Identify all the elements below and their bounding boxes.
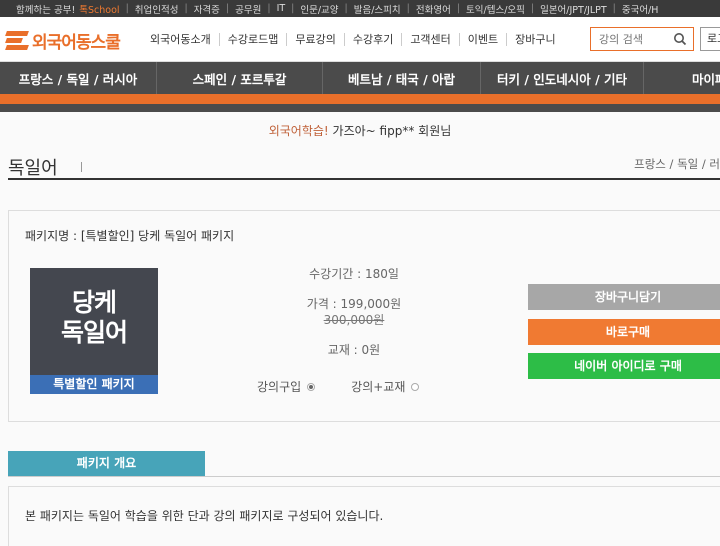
option-lecture-book[interactable]: 강의+교재 bbox=[351, 378, 420, 395]
divider: | bbox=[530, 3, 535, 14]
title-divider bbox=[81, 162, 82, 172]
site-header: 외국어동스쿨 외국어동소개 수강로드맵 무료강의 수강후기 고객센터 이벤트 장… bbox=[0, 17, 720, 62]
option-lecture-book-label: 강의+교재 bbox=[351, 380, 406, 394]
top-link-chinese[interactable]: 중국어/H bbox=[622, 2, 659, 16]
user-greeting: 외국어학습! 가즈아~ fipp** 회원님 bbox=[0, 122, 720, 139]
gnb-support[interactable]: 고객센터 bbox=[402, 33, 460, 46]
search-icon[interactable] bbox=[673, 32, 687, 46]
divider: | bbox=[125, 3, 129, 14]
divider: | bbox=[225, 3, 230, 14]
course-period: 수강기간 : 180일 bbox=[309, 267, 399, 281]
cat-mypage[interactable]: 마이페 bbox=[644, 62, 720, 94]
greeting-study: 외국어학습! bbox=[268, 124, 329, 138]
top-link-license[interactable]: 자격증 bbox=[194, 2, 220, 16]
search-box bbox=[590, 27, 694, 51]
greeting-user: 가즈아~ fipp** bbox=[332, 124, 415, 138]
top-link-toeic[interactable]: 토익/텝스/오픽 bbox=[466, 2, 525, 16]
nav-shadow-stripe bbox=[0, 104, 720, 112]
thumb-line1: 당케 bbox=[71, 288, 117, 317]
accent-stripe bbox=[0, 94, 720, 104]
gnb-free-lecture[interactable]: 무료강의 bbox=[287, 33, 345, 46]
cat-spanish-portuguese[interactable]: 스페인 / 포르투갈 bbox=[157, 62, 323, 94]
option-lecture-label: 강의구입 bbox=[257, 380, 302, 394]
thumb-line2: 독일어 bbox=[60, 318, 128, 347]
top-link-study[interactable]: 함께하는 공부! bbox=[16, 2, 75, 16]
divider: | bbox=[406, 3, 410, 14]
school-brand: School bbox=[88, 4, 120, 16]
site-logo[interactable]: 외국어동스쿨 bbox=[5, 25, 121, 55]
logo-mark-icon bbox=[5, 29, 29, 51]
category-nav: 프랑스 / 독일 / 러시아 스페인 / 포르투갈 베트남 / 태국 / 아랍 … bbox=[0, 62, 720, 94]
gnb-cart[interactable]: 장바구니 bbox=[507, 33, 563, 46]
cat-turkey-indonesia-etc[interactable]: 터키 / 인도네시아 / 기타 bbox=[481, 62, 644, 94]
divider: | bbox=[184, 3, 188, 14]
package-info: 수강기간 : 180일 가격 : 199,000원 300,000원 교재 : … bbox=[249, 267, 459, 373]
divider: | bbox=[291, 3, 295, 14]
buy-now-button[interactable]: 바로구매 bbox=[528, 319, 720, 345]
gnb-roadmap[interactable]: 수강로드맵 bbox=[220, 33, 288, 46]
top-link-it[interactable]: IT bbox=[277, 3, 286, 14]
search-input[interactable] bbox=[599, 32, 673, 46]
package-thumbnail: 당케 독일어 특별할인 패키지 bbox=[30, 268, 158, 394]
cat-french-german-russian[interactable]: 프랑스 / 독일 / 러시아 bbox=[0, 62, 157, 94]
thumb-title: 당케 독일어 bbox=[30, 288, 158, 348]
option-lecture-radio[interactable] bbox=[307, 382, 316, 391]
gnb-events[interactable]: 이벤트 bbox=[460, 33, 508, 46]
page-title: 독일어 bbox=[8, 158, 58, 179]
global-nav: 외국어동소개 수강로드맵 무료강의 수강후기 고객센터 이벤트 장바구니 bbox=[150, 33, 564, 46]
page-title-row: 독일어 프랑스 / 독일 / 러 bbox=[8, 150, 720, 180]
top-link-humanities[interactable]: 인문/교양 bbox=[300, 2, 338, 16]
greeting-suffix: 회원님 bbox=[418, 124, 452, 138]
logo-text: 외국어동스쿨 bbox=[32, 32, 121, 53]
login-button[interactable]: 로그 bbox=[700, 27, 720, 51]
option-lecture-book-radio[interactable] bbox=[411, 382, 420, 391]
top-link-civil[interactable]: 공무원 bbox=[235, 2, 261, 16]
school-brand-prefix: 톡 bbox=[79, 4, 89, 16]
top-link-career[interactable]: 취업인적성 bbox=[135, 2, 179, 16]
top-link-japanese[interactable]: 일본어/JPT/JLPT bbox=[540, 2, 607, 16]
gnb-about[interactable]: 외국어동소개 bbox=[150, 33, 220, 46]
divider: | bbox=[267, 3, 271, 14]
divider: | bbox=[344, 3, 348, 14]
gnb-reviews[interactable]: 수강후기 bbox=[345, 33, 403, 46]
purchase-options: 강의구입 강의+교재 bbox=[257, 378, 455, 395]
package-name: 패키지명 : [특별할인] 당케 독일어 패키지 bbox=[25, 229, 235, 243]
overview-box: 본 패키지는 독일어 학습을 위한 단과 강의 패키지로 구성되어 있습니다. bbox=[8, 486, 720, 546]
old-price: 300,000원 bbox=[323, 313, 385, 327]
top-link-speech[interactable]: 발음/스피치 bbox=[354, 2, 401, 16]
product-box: 패키지명 : [특별할인] 당케 독일어 패키지 당케 독일어 특별할인 패키지… bbox=[8, 210, 720, 422]
add-to-cart-button[interactable]: 장바구니담기 bbox=[528, 284, 720, 310]
top-link-phone-english[interactable]: 전화영어 bbox=[416, 2, 451, 16]
option-lecture[interactable]: 강의구입 bbox=[257, 378, 316, 395]
top-utility-bar: 함께하는 공부! 톡School | 취업인적성 | 자격증 | 공무원 | I… bbox=[0, 0, 720, 17]
textbook-price: 교재 : 0원 bbox=[327, 343, 381, 357]
naver-buy-button[interactable]: 네이버 아이디로 구매 bbox=[528, 353, 720, 379]
cat-vietnam-thai-arabic[interactable]: 베트남 / 태국 / 아랍 bbox=[323, 62, 481, 94]
top-link-school[interactable]: 톡School bbox=[79, 2, 119, 16]
divider: | bbox=[456, 3, 461, 14]
price: 가격 : 199,000원 bbox=[306, 297, 402, 311]
overview-description: 본 패키지는 독일어 학습을 위한 단과 강의 패키지로 구성되어 있습니다. bbox=[25, 509, 384, 523]
breadcrumb: 프랑스 / 독일 / 러 bbox=[634, 157, 720, 171]
tab-package-overview[interactable]: 패키지 개요 bbox=[8, 451, 205, 476]
divider: | bbox=[612, 3, 616, 14]
divider bbox=[8, 476, 720, 477]
thumb-badge: 특별할인 패키지 bbox=[30, 375, 158, 394]
